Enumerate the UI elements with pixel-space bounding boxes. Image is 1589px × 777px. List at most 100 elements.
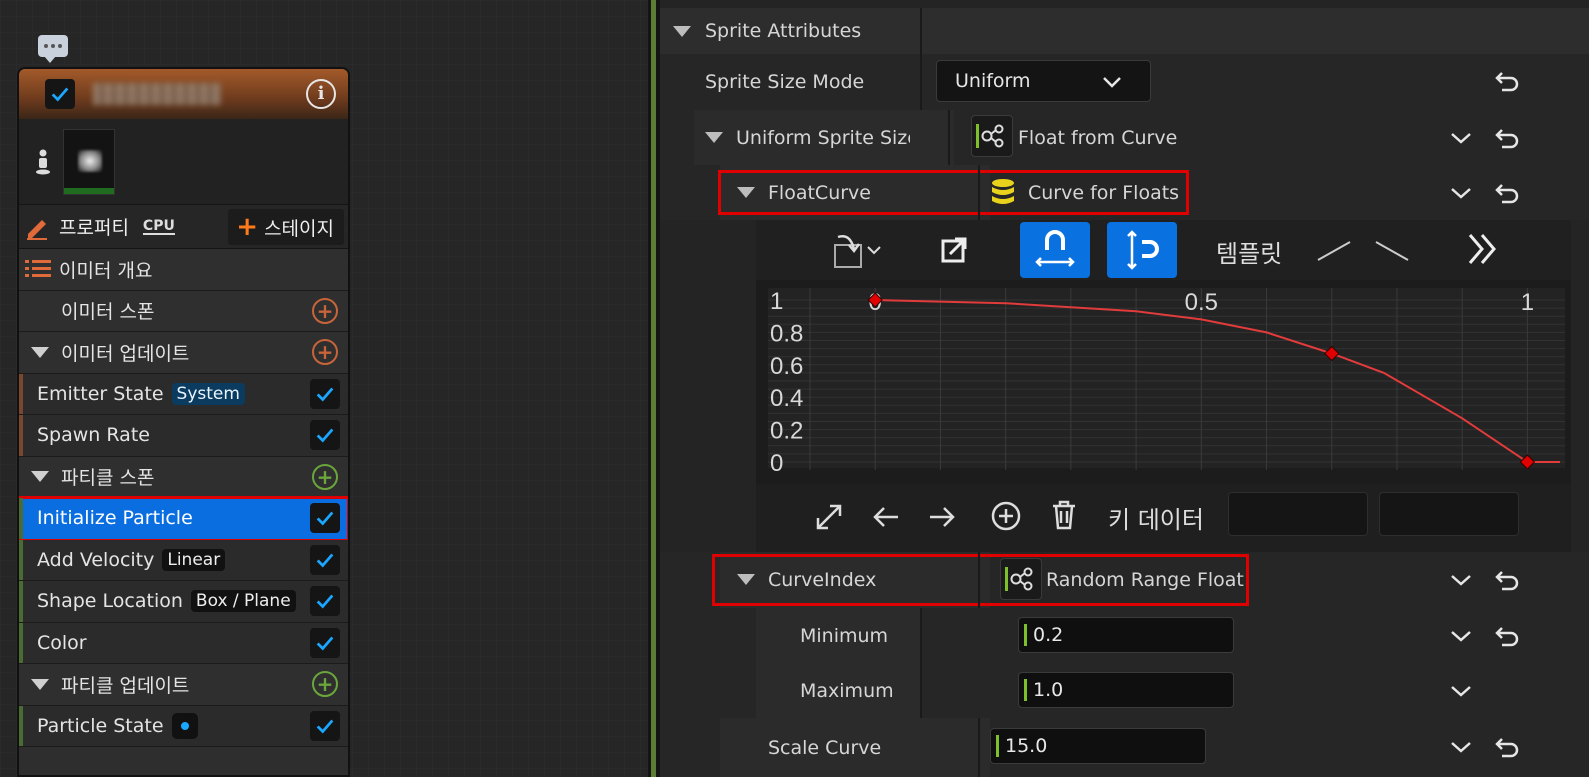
check-icon <box>316 636 334 651</box>
minimum-label: Minimum <box>800 624 889 647</box>
column-splitter[interactable] <box>948 110 950 165</box>
reset-icon[interactable] <box>1494 569 1520 591</box>
collapse-arrow-icon <box>31 471 49 483</box>
minimum-input[interactable]: 0.2 <box>1018 617 1234 653</box>
add-module-icon[interactable]: + <box>312 297 338 324</box>
open-external-icon <box>941 237 967 263</box>
collapse-arrow-icon[interactable] <box>705 132 723 143</box>
emitter-name-blurred <box>93 83 221 105</box>
module-enable-checkbox[interactable] <box>310 378 340 409</box>
column-splitter[interactable] <box>920 54 922 110</box>
double-chevron-right-icon[interactable] <box>1466 232 1502 266</box>
pencil-icon <box>27 219 47 240</box>
row-label: Color <box>37 631 87 654</box>
tab-properties[interactable]: 프로퍼티 CPU <box>19 213 175 240</box>
chevron-down-icon[interactable] <box>1450 740 1472 754</box>
collapse-arrow-icon[interactable] <box>737 574 755 585</box>
graph-canvas[interactable]: i 프로퍼티 CPU + 스테이지 이미터 개요 이미터 스폰 + 이미터 업데이트 +… <box>0 0 648 777</box>
module-row[interactable]: Color <box>19 622 348 664</box>
stage-section-row[interactable]: 이미터 업데이트 + <box>19 332 348 374</box>
reset-icon[interactable] <box>1494 625 1520 647</box>
side-marker <box>349 710 350 732</box>
scale-curve-input[interactable]: 15.0 <box>990 728 1206 764</box>
collapse-arrow-icon <box>673 26 691 37</box>
emitter-node[interactable]: i 프로퍼티 CPU + 스테이지 이미터 개요 이미터 스폰 + 이미터 업데이트 +… <box>17 67 350 777</box>
module-enable-checkbox[interactable] <box>310 503 340 533</box>
column-splitter[interactable] <box>978 552 980 608</box>
module-row[interactable]: Spawn Rate <box>19 415 348 457</box>
emitter-thumbnail[interactable] <box>63 129 115 195</box>
info-icon[interactable]: i <box>306 79 336 109</box>
chevron-down-icon[interactable] <box>1450 186 1472 200</box>
key-value-input[interactable] <box>1379 492 1519 536</box>
module-enable-checkbox[interactable] <box>310 586 340 616</box>
stage-section-row[interactable]: 파티클 스폰 + <box>19 456 348 498</box>
module-row[interactable]: Initialize Particle <box>19 496 348 542</box>
curve-index-label: CurveIndex <box>768 569 877 591</box>
stage-section-row[interactable]: 이미터 스폰 + <box>19 290 348 332</box>
key-time-input[interactable] <box>1228 492 1368 536</box>
row-label: 이미터 개요 <box>59 259 153 282</box>
module-row[interactable]: Add Velocity Linear <box>19 539 348 581</box>
dynamic-input-button[interactable] <box>971 115 1013 157</box>
maximum-input[interactable]: 1.0 <box>1018 672 1234 708</box>
arrow-left-icon[interactable] <box>872 504 900 530</box>
chevron-down-icon[interactable] <box>1450 629 1472 643</box>
sprite-size-mode-dropdown[interactable]: Uniform <box>936 60 1151 102</box>
module-row[interactable]: Particle State <box>19 705 350 747</box>
column-splitter[interactable] <box>978 718 980 777</box>
template-ramp-up-icon[interactable] <box>1316 238 1352 262</box>
stage-section-row[interactable]: 파티클 업데이트 + <box>19 664 348 706</box>
reset-icon[interactable] <box>1494 127 1520 149</box>
add-key-icon[interactable] <box>990 500 1022 532</box>
arrow-right-icon[interactable] <box>928 504 956 530</box>
add-module-icon[interactable]: + <box>312 339 338 366</box>
curve-chart[interactable]: 10.80.60.40.2000.51 <box>756 280 1571 484</box>
module-enable-checkbox[interactable] <box>310 544 340 575</box>
column-splitter[interactable] <box>920 608 922 663</box>
chevron-down-icon[interactable] <box>1450 684 1472 698</box>
emitter-node-header[interactable]: i <box>19 69 348 119</box>
column-splitter[interactable] <box>920 8 922 54</box>
module-enable-checkbox[interactable] <box>310 627 340 658</box>
chevron-down-icon <box>1103 77 1121 88</box>
module-enable-checkbox[interactable] <box>310 710 340 741</box>
collapse-arrow-icon[interactable] <box>737 187 755 198</box>
add-stage-button[interactable]: + 스테이지 <box>228 209 344 245</box>
comment-icon[interactable] <box>38 35 68 63</box>
category-sprite-attributes[interactable]: Sprite Attributes <box>660 8 1589 54</box>
emitter-enable-checkbox[interactable] <box>45 79 75 109</box>
reset-icon[interactable] <box>1494 182 1520 204</box>
chevron-down-icon[interactable] <box>1450 131 1472 145</box>
row-label: 이미터 스폰 <box>61 301 155 324</box>
snap-value-toggle[interactable] <box>1020 222 1090 278</box>
y-tick-label: 1 <box>770 288 783 315</box>
dynamic-input-button[interactable] <box>1000 558 1042 600</box>
category-label: Sprite Attributes <box>705 20 862 42</box>
module-row[interactable]: Shape Location Box / Plane <box>19 581 348 623</box>
row-label: Particle State <box>37 714 164 737</box>
add-module-icon[interactable]: + <box>312 463 338 490</box>
chevron-down-icon[interactable] <box>1450 573 1472 587</box>
row-sprite-size-mode: Sprite Size Mode Uniform <box>660 54 1589 110</box>
float-curve-value: Curve for Floats <box>1028 181 1180 204</box>
zoom-to-fit-icon[interactable] <box>814 502 844 532</box>
snap-time-toggle[interactable] <box>1107 222 1177 278</box>
panel-divider[interactable] <box>648 0 660 777</box>
row-label: 파티클 스폰 <box>61 467 155 490</box>
curve-interp-dropdown[interactable] <box>822 222 892 278</box>
database-icon <box>992 179 1014 204</box>
emitter-summary-row[interactable]: 이미터 개요 <box>19 249 348 291</box>
emitter-thumbnail-row <box>19 119 348 205</box>
module-row[interactable]: Emitter State System <box>19 373 348 415</box>
open-curve-editor-button[interactable] <box>926 222 982 278</box>
module-enable-checkbox[interactable] <box>310 420 340 450</box>
reset-icon[interactable] <box>1494 736 1520 758</box>
column-splitter[interactable] <box>978 165 980 220</box>
reset-icon[interactable] <box>1494 70 1520 92</box>
template-ramp-down-icon[interactable] <box>1374 238 1410 262</box>
add-module-icon[interactable]: + <box>312 671 338 698</box>
check-icon <box>316 719 334 734</box>
trash-icon[interactable] <box>1050 499 1078 531</box>
column-splitter[interactable] <box>920 663 922 718</box>
